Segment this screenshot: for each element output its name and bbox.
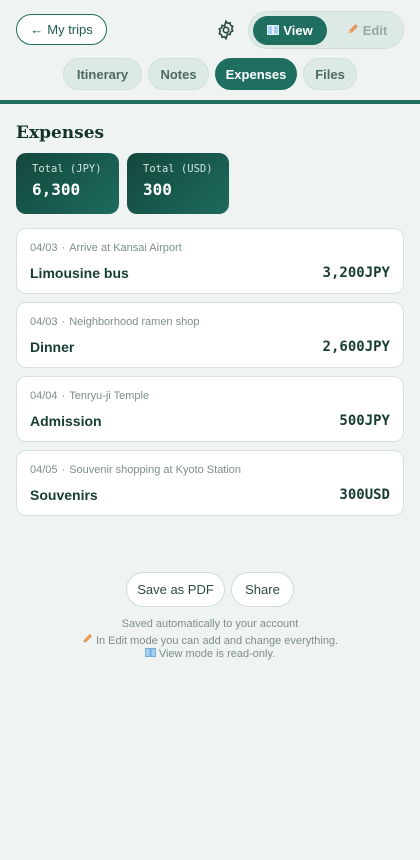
expense-place: Arrive at Kansai Airport xyxy=(69,242,182,254)
edit-mode-note: In Edit mode you can add and change ever… xyxy=(0,633,420,647)
total-usd-card: Total (USD) 300 xyxy=(127,153,229,214)
expense-date: 04/03 xyxy=(30,316,58,328)
expense-separator: · xyxy=(61,464,66,476)
expense-amount: 500 xyxy=(339,413,365,429)
expense-separator: · xyxy=(61,242,66,254)
edit-mode-note-text: In Edit mode you can add and change ever… xyxy=(95,635,339,647)
expense-date: 04/03 xyxy=(30,242,58,254)
expense-currency: JPY xyxy=(364,339,390,355)
tab-expenses[interactable]: Expenses xyxy=(215,58,297,90)
book-icon xyxy=(144,648,159,660)
mode-switch: View Edit xyxy=(248,11,404,49)
pencil-icon xyxy=(347,23,359,38)
expense-amount: 3,200 xyxy=(322,265,365,281)
total-jpy-card: Total (JPY) 6,300 xyxy=(16,153,119,214)
expense-place: Tenryu-ji Temple xyxy=(69,390,150,402)
expense-name: Souvenirs xyxy=(30,487,98,503)
expense-amount: 300 xyxy=(339,487,365,503)
back-button-label: My trips xyxy=(47,22,93,37)
total-jpy-label: Total (JPY) xyxy=(32,163,102,175)
tab-files[interactable]: Files xyxy=(303,58,357,90)
total-usd-value: 300 xyxy=(143,180,172,199)
expense-separator: · xyxy=(61,316,66,328)
book-icon xyxy=(267,23,280,38)
expense-item[interactable]: 04/03 · Arrive at Kansai Airport Limousi… xyxy=(16,228,404,294)
page-title: Expenses xyxy=(16,123,105,143)
header-divider xyxy=(0,100,420,104)
share-button[interactable]: Share xyxy=(231,572,294,607)
pencil-icon xyxy=(82,634,96,647)
expense-name: Dinner xyxy=(30,339,75,355)
edit-mode-label: Edit xyxy=(362,23,388,38)
view-mode-label: View xyxy=(283,23,313,38)
autosave-note: Saved automatically to your account xyxy=(121,618,299,630)
expense-date: 04/04 xyxy=(30,390,58,402)
expense-item[interactable]: 04/03 · Neighborhood ramen shop Dinner 2… xyxy=(16,302,404,368)
gear-icon[interactable] xyxy=(215,19,237,41)
expense-separator: · xyxy=(61,390,66,402)
section-tabs: Itinerary Notes Expenses Files xyxy=(0,58,420,90)
expense-place: Souvenir shopping at Kyoto Station xyxy=(69,464,242,476)
view-mode-note-text: View mode is read-only. xyxy=(158,648,276,660)
tab-itinerary[interactable]: Itinerary xyxy=(63,58,142,90)
expense-currency: JPY xyxy=(364,265,390,281)
arrow-left-icon: ← xyxy=(30,22,44,37)
back-to-trips-button[interactable]: ← My trips xyxy=(16,14,107,45)
tab-notes[interactable]: Notes xyxy=(148,58,209,90)
total-jpy-value: 6,300 xyxy=(32,180,81,199)
expense-name: Limousine bus xyxy=(30,265,129,281)
expense-date: 04/05 xyxy=(30,464,58,476)
edit-mode-button[interactable]: Edit xyxy=(333,16,401,45)
expense-place: Neighborhood ramen shop xyxy=(69,316,200,328)
expense-currency: JPY xyxy=(364,413,390,429)
expense-item[interactable]: 04/05 · Souvenir shopping at Kyoto Stati… xyxy=(16,450,404,516)
save-pdf-button[interactable]: Save as PDF xyxy=(126,572,225,607)
expense-currency: USD xyxy=(364,487,390,503)
view-mode-note: View mode is read-only. xyxy=(0,648,420,660)
top-bar: ← My trips View Edit xyxy=(0,0,420,60)
expense-amount: 2,600 xyxy=(322,339,365,355)
expense-item[interactable]: 04/04 · Tenryu-ji Temple Admission 500 JP… xyxy=(16,376,404,442)
total-usd-label: Total (USD) xyxy=(143,163,213,175)
view-mode-button[interactable]: View xyxy=(253,16,327,45)
expense-name: Admission xyxy=(30,413,102,429)
